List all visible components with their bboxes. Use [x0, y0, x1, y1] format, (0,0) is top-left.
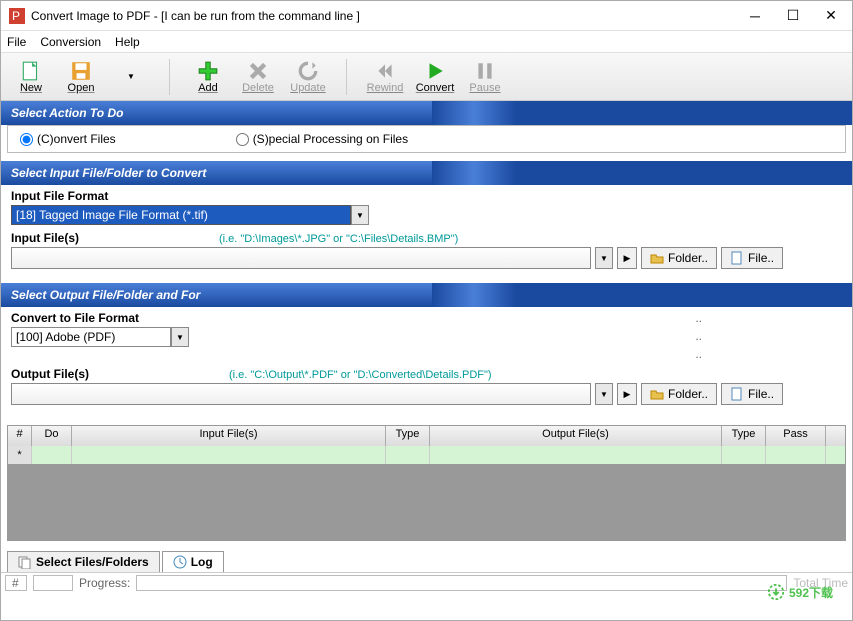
- col-number[interactable]: #: [8, 426, 32, 446]
- new-button[interactable]: New: [9, 60, 53, 94]
- input-format-value: [18] Tagged Image File Format (*.tif): [11, 205, 351, 225]
- new-file-icon: [20, 60, 42, 82]
- x-icon: [247, 60, 269, 82]
- save-disk-icon: [70, 60, 92, 82]
- file-icon: [730, 251, 744, 265]
- input-files-dropdown[interactable]: ▼: [595, 247, 613, 269]
- output-files-field[interactable]: [11, 383, 591, 405]
- file-icon: [730, 387, 744, 401]
- delete-button[interactable]: Delete: [236, 60, 280, 94]
- input-folder-button[interactable]: Folder..: [641, 247, 717, 269]
- grid-header: # Do Input File(s) Type Output File(s) T…: [8, 426, 845, 446]
- input-hint: (i.e. "D:\Images\*.JPG" or "C:\Files\Det…: [219, 233, 458, 245]
- output-format-combo[interactable]: [100] Adobe (PDF) ▼: [11, 327, 189, 347]
- update-button[interactable]: Update: [286, 60, 330, 94]
- output-hint: (i.e. "C:\Output\*.PDF" or "D:\Converted…: [229, 369, 492, 381]
- app-icon: P: [9, 8, 25, 24]
- menu-help[interactable]: Help: [115, 35, 140, 49]
- folder-icon: [650, 251, 664, 265]
- grid-row[interactable]: *: [8, 446, 845, 464]
- status-progress-label: Progress:: [79, 576, 130, 590]
- input-format-combo[interactable]: [18] Tagged Image File Format (*.tif) ▼: [11, 205, 842, 225]
- status-number-val: [33, 575, 73, 591]
- options-dots[interactable]: ......: [695, 311, 842, 361]
- col-pass[interactable]: Pass: [766, 426, 826, 446]
- files-icon: [18, 555, 32, 569]
- input-file-button[interactable]: File..: [721, 247, 783, 269]
- pause-icon: [474, 60, 496, 82]
- section-action-header: Select Action To Do: [1, 101, 852, 125]
- minimize-button[interactable]: ─: [748, 9, 762, 23]
- menubar: File Conversion Help: [1, 31, 852, 53]
- convert-button[interactable]: Convert: [413, 60, 457, 94]
- pause-button[interactable]: Pause: [463, 60, 507, 94]
- tab-select-files[interactable]: Select Files/Folders: [7, 551, 160, 572]
- grid-empty-area: [8, 464, 845, 540]
- clock-icon: [173, 555, 187, 569]
- col-input[interactable]: Input File(s): [72, 426, 386, 446]
- play-icon: [424, 60, 446, 82]
- output-folder-button[interactable]: Folder..: [641, 383, 717, 405]
- svg-text:P: P: [12, 9, 20, 23]
- input-files-field[interactable]: [11, 247, 591, 269]
- input-files-label: Input File(s): [11, 231, 79, 245]
- output-files-label: Output File(s): [11, 367, 89, 381]
- add-button[interactable]: Add: [186, 60, 230, 94]
- bottom-tabs: Select Files/Folders Log: [1, 547, 852, 572]
- output-format-value: [100] Adobe (PDF): [11, 327, 171, 347]
- menu-conversion[interactable]: Conversion: [40, 35, 101, 49]
- menu-file[interactable]: File: [7, 35, 26, 49]
- statusbar: # Progress: Total Time: [1, 572, 852, 592]
- col-type-in[interactable]: Type: [386, 426, 430, 446]
- row-marker-icon: *: [8, 446, 32, 464]
- file-grid: # Do Input File(s) Type Output File(s) T…: [7, 425, 846, 541]
- radio-special-processing[interactable]: (S)pecial Processing on Files: [236, 132, 408, 146]
- chevron-down-icon[interactable]: ▼: [351, 205, 369, 225]
- close-button[interactable]: ✕: [824, 9, 838, 23]
- rewind-button[interactable]: Rewind: [363, 60, 407, 94]
- output-format-label: Convert to File Format: [11, 311, 189, 325]
- section-output-header: Select Output File/Folder and For: [1, 283, 852, 307]
- status-number: #: [5, 575, 27, 591]
- col-type-out[interactable]: Type: [722, 426, 766, 446]
- refresh-icon: [297, 60, 319, 82]
- titlebar: P Convert Image to PDF - [I can be run f…: [1, 1, 852, 31]
- tab-log[interactable]: Log: [162, 551, 224, 572]
- output-files-dropdown[interactable]: ▼: [595, 383, 613, 405]
- maximize-button[interactable]: ☐: [786, 9, 800, 23]
- col-output[interactable]: Output File(s): [430, 426, 722, 446]
- input-format-label: Input File Format: [11, 189, 842, 203]
- output-file-button[interactable]: File..: [721, 383, 783, 405]
- input-play-button[interactable]: ▶: [617, 247, 637, 269]
- chevron-down-icon[interactable]: ▼: [171, 327, 189, 347]
- action-radio-group: (C)onvert Files (S)pecial Processing on …: [7, 125, 846, 153]
- radio-convert-files[interactable]: (C)onvert Files: [20, 132, 116, 146]
- section-input-header: Select Input File/Folder to Convert: [1, 161, 852, 185]
- watermark: 592下载: [767, 583, 833, 601]
- open-button[interactable]: Open: [59, 60, 103, 94]
- plus-icon: [197, 60, 219, 82]
- toolbar: New Open ▼ Add Delete Update Rewind Conv…: [1, 53, 852, 101]
- col-do[interactable]: Do: [32, 426, 72, 446]
- output-play-button[interactable]: ▶: [617, 383, 637, 405]
- rewind-icon: [374, 60, 396, 82]
- folder-icon: [650, 387, 664, 401]
- window-title: Convert Image to PDF - [I can be run fro…: [31, 9, 748, 23]
- open-dropdown[interactable]: ▼: [109, 72, 153, 81]
- status-progress-bar: [136, 575, 787, 591]
